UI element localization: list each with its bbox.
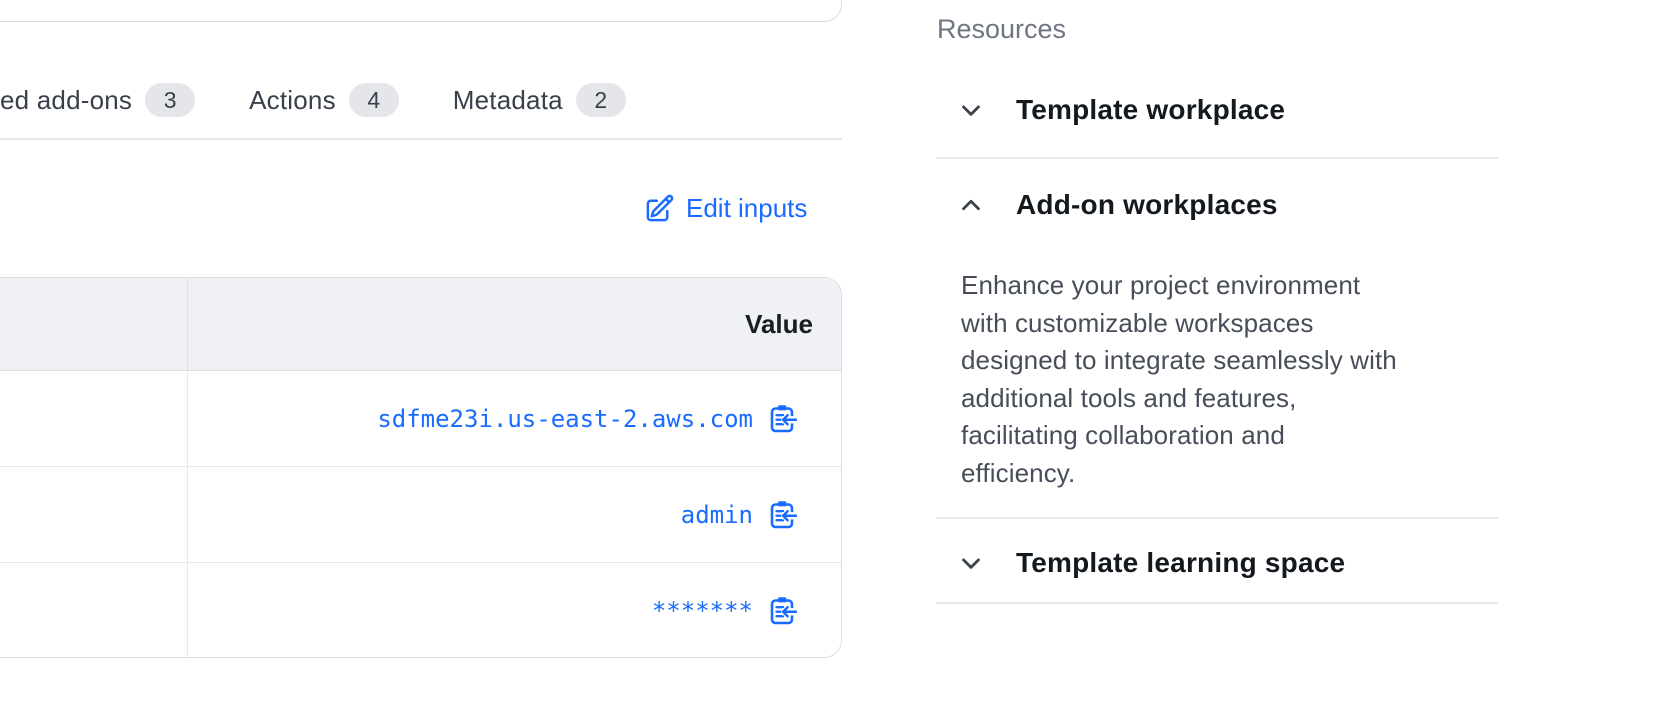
table-row: sdfme23i.us-east-2.aws.com (0, 371, 841, 467)
add-on-workplaces-description: Enhance your project environment with cu… (961, 267, 1481, 492)
edit-icon (644, 193, 675, 224)
description-line: additional tools and features, (961, 380, 1481, 418)
value-link[interactable]: sdfme23i.us-east-2.aws.com (377, 405, 753, 433)
accordion-template-learning-space[interactable]: Template learning space (956, 541, 1345, 585)
table-header-value-cell: Value (188, 278, 841, 370)
description-line: efficiency. (961, 455, 1481, 493)
table-header-row: Value (0, 278, 841, 371)
tab-count-badge: 3 (145, 83, 195, 117)
inputs-table: Value sdfme23i.us-east-2.aws.com admin *… (0, 277, 842, 658)
accordion-title: Template learning space (1016, 547, 1345, 579)
table-value-cell: admin (188, 467, 841, 562)
table-value-cell: ******* (188, 563, 841, 658)
value-link[interactable]: admin (681, 501, 753, 529)
chevron-down-icon (956, 548, 986, 578)
chevron-up-icon (956, 190, 986, 220)
divider (936, 602, 1498, 604)
accordion-title: Add-on workplaces (1016, 189, 1278, 221)
edit-inputs-button[interactable]: Edit inputs (644, 188, 807, 228)
tab-bar: ed add-ons 3 Actions 4 Metadata 2 (0, 78, 626, 122)
accordion-add-on-workplaces[interactable]: Add-on workplaces (956, 183, 1278, 227)
tab-metadata[interactable]: Metadata 2 (453, 83, 626, 117)
resources-panel: Resources Template workplace Add-on work… (936, 0, 1498, 728)
tab-count-badge: 4 (349, 83, 399, 117)
tab-actions[interactable]: Actions 4 (249, 83, 399, 117)
resources-panel-title: Resources (937, 14, 1066, 45)
chevron-down-icon (956, 95, 986, 125)
description-line: designed to integrate seamlessly with (961, 342, 1481, 380)
tab-installed-add-ons[interactable]: ed add-ons 3 (0, 83, 195, 117)
tab-count-badge: 2 (576, 83, 626, 117)
copy-icon[interactable] (769, 596, 797, 626)
value-link[interactable]: ******* (652, 597, 753, 625)
tab-bar-divider (0, 138, 842, 140)
divider (936, 517, 1498, 519)
tab-label: Actions (249, 85, 336, 116)
tab-label: Metadata (453, 85, 563, 116)
description-line: facilitating collaboration and (961, 417, 1481, 455)
table-row: ******* (0, 563, 841, 658)
accordion-title: Template workplace (1016, 94, 1285, 126)
accordion-template-workplace[interactable]: Template workplace (956, 88, 1285, 132)
table-row: admin (0, 467, 841, 563)
description-line: Enhance your project environment (961, 267, 1481, 305)
divider (936, 157, 1498, 159)
tab-label: ed add-ons (0, 85, 132, 116)
copy-icon[interactable] (769, 500, 797, 530)
table-key-cell (0, 467, 188, 562)
description-line: with customizable workspaces (961, 305, 1481, 343)
table-key-cell (0, 563, 188, 658)
edit-inputs-label: Edit inputs (686, 193, 807, 224)
table-key-cell (0, 371, 188, 466)
table-header-key-cell (0, 278, 188, 370)
copy-icon[interactable] (769, 404, 797, 434)
previous-card-bottom-edge (0, 0, 842, 22)
table-value-cell: sdfme23i.us-east-2.aws.com (188, 371, 841, 466)
